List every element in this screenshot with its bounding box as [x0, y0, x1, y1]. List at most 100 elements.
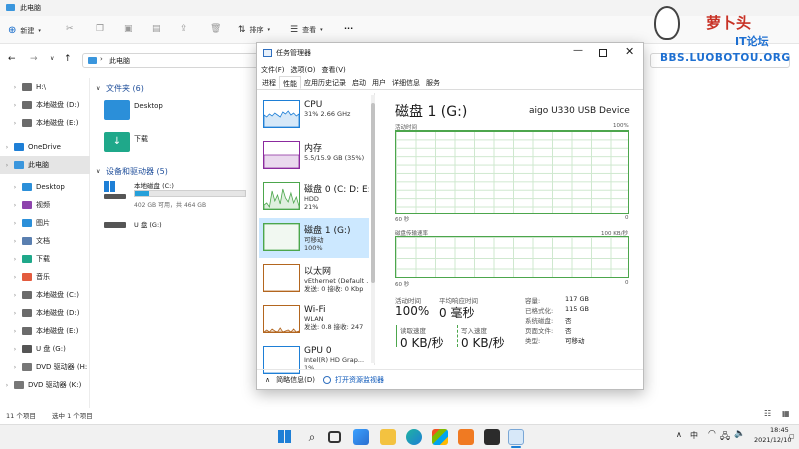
app-orange-icon[interactable]	[458, 429, 474, 445]
expand-chevron-icon[interactable]: ›	[10, 220, 20, 227]
expand-chevron-icon[interactable]: ›	[10, 274, 20, 281]
sidebar-item[interactable]: › 视频	[0, 196, 90, 214]
sidebar-item[interactable]: › 本地磁盘 (E:)	[0, 114, 90, 132]
tab-item[interactable]: 性能	[279, 76, 301, 89]
tab-item[interactable]: 服务	[423, 76, 443, 89]
expand-chevron-icon[interactable]: ›	[10, 292, 20, 299]
devices-chevron-icon[interactable]: ∨	[96, 168, 100, 175]
sidebar-item[interactable]: › OneDrive	[0, 138, 90, 156]
menu-item[interactable]: 选项(O)	[291, 65, 316, 75]
start-windows-icon[interactable]	[278, 430, 291, 443]
sidebar-item[interactable]: › 本地磁盘 (D:)	[0, 96, 90, 114]
rename-icon[interactable]: ▤	[152, 24, 161, 34]
sort-button[interactable]: ⇅ 排序 ▾	[238, 25, 270, 35]
delete-icon[interactable]: 🗑	[210, 24, 221, 34]
network-icon[interactable]: 🖧	[720, 429, 730, 445]
sidebar-item[interactable]: › 本地磁盘 (D:)	[0, 304, 90, 322]
tab-item[interactable]: 应用历史记录	[301, 76, 349, 89]
sidebar-item[interactable]: › 本地磁盘 (C:)	[0, 286, 90, 304]
expand-chevron-icon[interactable]: ›	[2, 162, 12, 169]
expand-chevron-icon[interactable]: ›	[10, 120, 20, 127]
task-manager-taskbar-icon[interactable]	[508, 429, 524, 445]
cut-icon[interactable]: ✂	[66, 24, 74, 34]
paste-icon[interactable]: ▣	[124, 24, 133, 34]
taskmgr-icon	[263, 49, 272, 57]
tab-item[interactable]: 进程	[259, 76, 279, 89]
terminal-icon[interactable]	[484, 429, 500, 445]
expand-chevron-icon[interactable]: ›	[10, 84, 20, 91]
folders-chevron-icon[interactable]: ∨	[96, 85, 100, 92]
folder-downloads[interactable]: ↓ 下载	[104, 132, 224, 156]
search-icon[interactable]: ⌕	[304, 429, 320, 445]
sidebar-scroll-thumb[interactable]	[371, 103, 375, 283]
sidebar-item[interactable]: › 下载	[0, 250, 90, 268]
more-button[interactable]: ···	[344, 24, 353, 33]
forward-icon[interactable]: →	[30, 54, 38, 64]
sidebar-item[interactable]: › 音乐	[0, 268, 90, 286]
close-button[interactable]: ✕	[625, 45, 634, 58]
sidebar-item[interactable]: › 本地磁盘 (E:)	[0, 322, 90, 340]
folder-desktop[interactable]: Desktop	[104, 100, 224, 124]
menu-item[interactable]: 查看(V)	[321, 65, 345, 75]
tab-item[interactable]: 详细信息	[389, 76, 423, 89]
expand-chevron-icon[interactable]: ›	[10, 202, 20, 209]
sidebar-item[interactable]: › 图片	[0, 214, 90, 232]
expand-chevron-icon[interactable]: ›	[10, 328, 20, 335]
expand-chevron-icon[interactable]: ›	[10, 310, 20, 317]
perf-tile[interactable]: 磁盘 0 (C: D: E: HDD 21%	[259, 177, 369, 217]
perf-tile[interactable]: 内存 5.5/15.9 GB (35%)	[259, 136, 369, 176]
fewer-details-chevron-icon[interactable]: ∧	[265, 376, 270, 384]
tiles-view-icon[interactable]: ▦	[782, 409, 790, 418]
expand-chevron-icon[interactable]: ›	[10, 256, 20, 263]
tab-item[interactable]: 用户	[369, 76, 389, 89]
sidebar-item[interactable]: › U 盘 (G:)	[0, 340, 90, 358]
perf-tile[interactable]: 以太网 vEthernet (Default . 发送: 0 接收: 0 Kbp	[259, 259, 369, 299]
expand-chevron-icon[interactable]: ›	[10, 102, 20, 109]
sidebar-item[interactable]: › DVD 驱动器 (K:)	[0, 376, 90, 394]
expand-chevron-icon[interactable]: ›	[2, 382, 12, 389]
drive-g[interactable]: U 盘 (G:)	[104, 218, 246, 238]
open-resource-monitor-link[interactable]: 打开资源监视器	[335, 375, 384, 385]
copy-icon[interactable]: ❐	[96, 24, 104, 34]
sidebar-item[interactable]: › H:\	[0, 78, 90, 96]
file-explorer-icon[interactable]	[380, 429, 396, 445]
expand-chevron-icon[interactable]: ›	[10, 364, 20, 371]
expand-chevron-icon[interactable]: ›	[10, 346, 20, 353]
maximize-button[interactable]	[599, 49, 607, 57]
fewer-details-link[interactable]: 简略信息(D)	[276, 375, 315, 385]
wifi-icon[interactable]: ◠	[708, 429, 716, 439]
drive-c[interactable]: 本地磁盘 (C:) 402 GB 可用，共 464 GB	[104, 180, 246, 210]
tray-chevron-icon[interactable]: ∧	[676, 430, 682, 439]
edge-icon[interactable]	[406, 429, 422, 445]
perf-tile[interactable]: Wi-Fi WLAN 发送: 0.8 接收: 247	[259, 300, 369, 340]
notification-icon[interactable]: ▢	[789, 433, 795, 440]
sidebar-item[interactable]: › Desktop	[0, 178, 90, 196]
widgets-icon[interactable]	[353, 429, 369, 445]
new-button[interactable]: ⊕ 新建 ▾	[8, 25, 41, 36]
menu-item[interactable]: 文件(F)	[261, 65, 285, 75]
back-icon[interactable]: ←	[8, 54, 16, 64]
expand-chevron-icon[interactable]: ›	[10, 238, 20, 245]
folders-group-header[interactable]: 文件夹 (6)	[106, 83, 144, 94]
sidebar-item[interactable]: › 文档	[0, 232, 90, 250]
perf-tile[interactable]: 磁盘 1 (G:) 可移动 100%	[259, 218, 369, 258]
details-view-icon[interactable]: ☷	[764, 409, 771, 418]
clock-time[interactable]: 18:45	[770, 426, 789, 434]
volume-icon[interactable]: 🔈	[734, 429, 745, 439]
perf-tile[interactable]: CPU 31% 2.66 GHz	[259, 95, 369, 135]
expand-chevron-icon[interactable]: ›	[2, 144, 12, 151]
sidebar-item[interactable]: › DVD 驱动器 (H:	[0, 358, 90, 376]
input-language[interactable]: 中	[690, 430, 698, 441]
view-button[interactable]: ☰ 查看 ▾	[290, 25, 323, 35]
history-chevron-icon[interactable]: ∨	[50, 55, 54, 62]
devices-group-header[interactable]: 设备和驱动器 (5)	[106, 166, 168, 177]
sidebar-item[interactable]: › 此电脑	[0, 156, 90, 174]
expand-chevron-icon[interactable]: ›	[10, 184, 20, 191]
store-icon[interactable]	[432, 429, 448, 445]
up-icon[interactable]: ↑	[64, 54, 72, 64]
clock-date[interactable]: 2021/12/10	[754, 436, 791, 444]
tab-item[interactable]: 启动	[349, 76, 369, 89]
minimize-button[interactable]: —	[573, 45, 583, 56]
share-icon[interactable]: ⇪	[180, 24, 188, 34]
task-view-icon[interactable]	[328, 431, 341, 443]
